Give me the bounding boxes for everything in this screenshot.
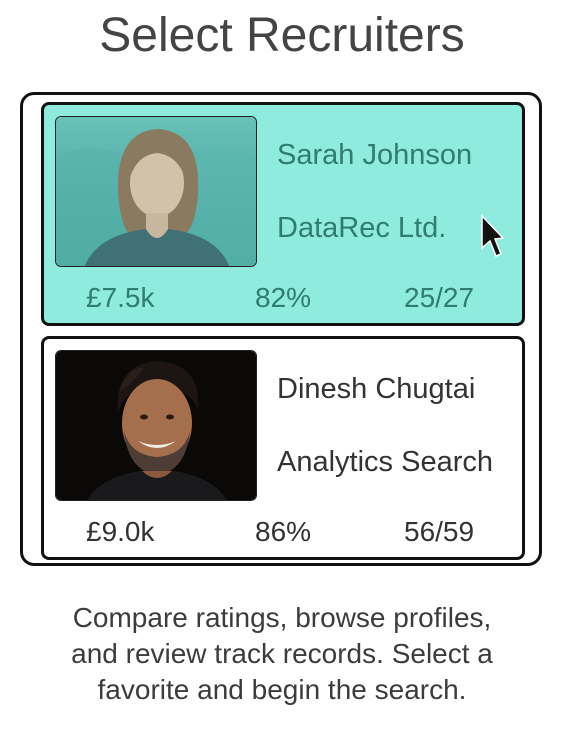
instructions-line: favorite and begin the search. xyxy=(97,674,467,705)
recruiter-rating: 82% xyxy=(255,282,312,313)
recruiter-placements: 56/59 xyxy=(404,516,475,547)
recruiter-name: Dinesh Chugtai xyxy=(277,373,476,405)
mouse-pointer-icon xyxy=(480,214,505,258)
instructions-text: Compare ratings, browse profiles, and re… xyxy=(0,600,564,708)
recruiter-placements: 25/27 xyxy=(404,282,475,313)
recruiter-company: DataRec Ltd. xyxy=(277,212,447,244)
recruiter-name: Sarah Johnson xyxy=(277,139,473,171)
recruiter-rating: 86% xyxy=(255,516,312,547)
recruiter-photo xyxy=(55,116,257,267)
recruiter-fee: £7.5k xyxy=(86,282,155,313)
recruiter-card-sarah-johnson[interactable]: Sarah Johnson DataRec Ltd. £7.5k 82% 25/… xyxy=(41,102,525,326)
recruiter-fee: £9.0k xyxy=(86,516,155,547)
recruiter-company: Analytics Search xyxy=(277,446,493,478)
page-title: Select Recruiters xyxy=(99,9,465,62)
instructions-line: and review track records. Select a xyxy=(71,638,493,669)
recruiter-photo xyxy=(55,350,257,501)
recruiter-card-dinesh-chugtai[interactable]: Dinesh Chugtai Analytics Search £9.0k 86… xyxy=(41,336,525,560)
instructions-line: Compare ratings, browse profiles, xyxy=(72,602,492,633)
